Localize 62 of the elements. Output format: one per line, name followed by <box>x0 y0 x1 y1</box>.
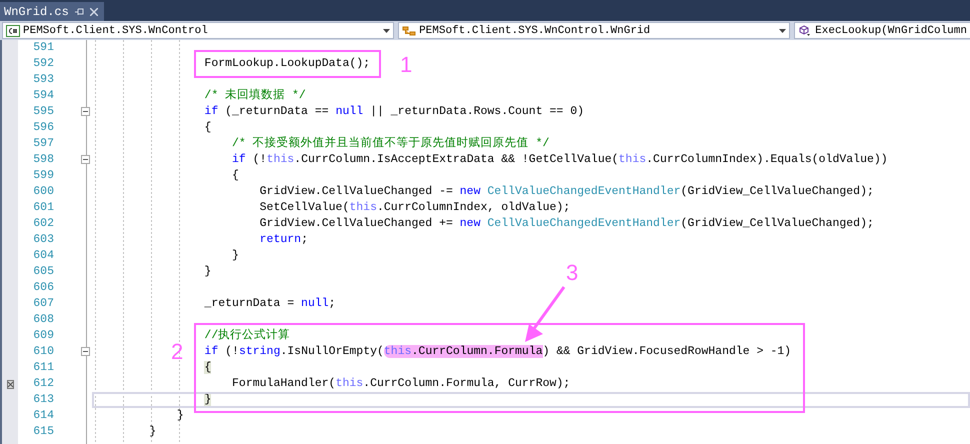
code-line: _returnData = null; <box>204 297 336 310</box>
code-line: if (_returnData == null || _returnData.Rows.Count == 0) <box>204 105 584 118</box>
file-tab[interactable]: WnGrid.cs <box>0 2 104 21</box>
line-number: 608 <box>32 312 54 328</box>
collapse-toggle[interactable] <box>81 347 90 356</box>
line-number: 597 <box>32 136 54 152</box>
line-number: 603 <box>32 232 54 248</box>
callout-number: 1 <box>400 54 412 76</box>
callout-number: 2 <box>171 341 184 363</box>
line-number: 602 <box>32 216 54 232</box>
line-number: 595 <box>32 104 54 120</box>
code-line: /* 不接受额外值并且当前值不等于原先值时赋回原先值 */ <box>232 137 550 150</box>
close-icon[interactable] <box>90 8 98 16</box>
navigation-dropdown[interactable]: ExecLookup(WnGridColumn <box>794 22 970 39</box>
line-number: 605 <box>32 264 54 280</box>
line-number: 612 <box>32 376 54 392</box>
line-number: 615 <box>32 424 54 440</box>
code-line: /* 未回填数据 */ <box>204 89 306 102</box>
csharp-file-icon <box>6 24 20 36</box>
code-line: return; <box>260 233 308 246</box>
code-line: FormLookup.LookupData(); <box>204 57 370 70</box>
code-line: { <box>232 169 239 182</box>
line-number: 601 <box>32 200 54 216</box>
code-line: { <box>204 121 212 134</box>
code-line: //执行公式计算 <box>204 329 290 342</box>
code-line: GridView.CellValueChanged += new CellValueChangedEventHandler(GridView_CellValueChanged); <box>260 217 874 230</box>
class-icon <box>402 24 416 36</box>
collapse-toggle[interactable] <box>81 155 90 164</box>
collapse-toggle[interactable] <box>81 107 90 116</box>
code-line: if (!string.IsNullOrEmpty(this.CurrColumn.Formula) && GridView.FocusedRowHandle > -1) <box>204 345 792 358</box>
line-number: 593 <box>32 72 54 88</box>
callout-arrow <box>523 286 566 344</box>
line-number: 596 <box>32 120 54 136</box>
code-line: } <box>149 425 156 438</box>
line-number: 592 <box>32 56 54 72</box>
cube-icon <box>798 24 812 36</box>
code-line: } <box>176 409 184 422</box>
line-number: 607 <box>32 296 54 312</box>
line-number: 614 <box>32 408 54 424</box>
line-number: 606 <box>32 280 54 296</box>
code-line: } <box>232 249 239 262</box>
dropdown-caret-icon[interactable] <box>779 28 786 32</box>
line-number: 609 <box>32 328 54 344</box>
line-number: 591 <box>32 40 54 56</box>
code-line: if (!this.CurrColumn.IsAcceptExtraData && !GetCellValue(this.CurrColumnIndex).Equals(oldValue)) <box>232 153 888 166</box>
line-number: 600 <box>32 184 54 200</box>
dropdown-caret-icon[interactable] <box>383 28 390 32</box>
code-line: SetCellValue(this.CurrColumnIndex, oldValue); <box>260 201 570 214</box>
line-number: 613 <box>32 392 54 408</box>
line-number: 594 <box>32 88 54 104</box>
line-number: 598 <box>32 152 54 168</box>
navigation-dropdown[interactable]: PEMSoft.Client.SYS.WnControl.WnGrid <box>398 22 790 39</box>
pin-icon[interactable] <box>74 8 84 16</box>
code-line: FormulaHandler(this.CurrColumn.Formula, CurrRow); <box>232 377 570 390</box>
code-line: } <box>204 265 212 278</box>
navigation-dropdown[interactable]: PEMSoft.Client.SYS.WnControl <box>2 22 394 39</box>
code-line: GridView.CellValueChanged -= new CellValueChangedEventHandler(GridView_CellValueChanged); <box>260 185 874 198</box>
line-number: 604 <box>32 248 54 264</box>
callout-number: 3 <box>566 262 578 284</box>
line-number: 610 <box>32 344 54 360</box>
line-number: 599 <box>32 168 54 184</box>
line-number: 611 <box>32 360 54 376</box>
